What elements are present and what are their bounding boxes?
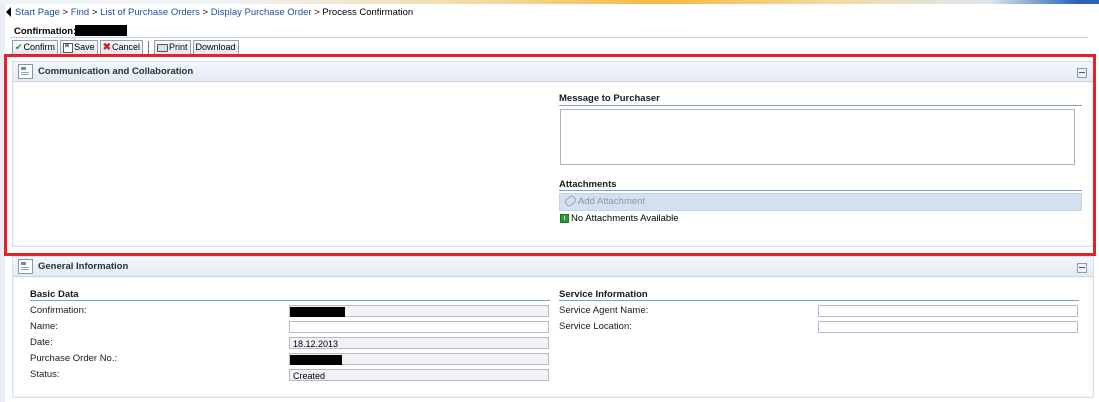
redacted-purchase-order-number <box>290 355 342 365</box>
status-field: Created <box>289 369 549 381</box>
date-label: Date: <box>30 337 53 348</box>
breadcrumb-separator: > <box>91 7 98 18</box>
breadcrumb-current: Process Confirmation <box>322 7 414 18</box>
basic-data-heading-line <box>30 300 550 301</box>
communication-panel-body: Message to Purchaser Attachments Add Att… <box>14 83 1092 245</box>
save-button[interactable]: Save <box>60 40 98 55</box>
confirmation-label: Confirmation: <box>30 305 87 316</box>
redacted-confirmation-number <box>75 25 127 36</box>
panel-document-icon <box>18 64 33 79</box>
service-location-field[interactable] <box>818 321 1078 333</box>
general-information-panel-body: Basic Data Confirmation: Name: Date: 18.… <box>14 278 1092 396</box>
purchase-order-no-label: Purchase Order No.: <box>30 353 118 364</box>
general-information-panel-header: General Information <box>13 257 1093 277</box>
collapse-panel-icon[interactable] <box>1077 68 1087 78</box>
toolbar: ✔ Confirm Save ✖ Cancel Print Download <box>12 40 239 55</box>
message-to-purchaser-textarea[interactable] <box>560 109 1075 165</box>
add-attachment-label: Add Attachment <box>578 196 646 207</box>
status-label: Status: <box>30 369 60 380</box>
communication-panel-title: Communication and Collaboration <box>38 66 194 77</box>
collapse-navigation-arrow-icon[interactable] <box>6 7 11 17</box>
breadcrumb-list-of-purchase-orders[interactable]: List of Purchase Orders <box>100 7 200 18</box>
cancel-button[interactable]: ✖ Cancel <box>99 40 143 55</box>
attachments-heading: Attachments <box>559 179 617 190</box>
no-attachments-message: i No Attachments Available <box>560 213 679 224</box>
service-information-heading-line <box>559 300 1079 301</box>
printer-icon <box>156 43 168 52</box>
general-information-panel-title: General Information <box>38 261 129 272</box>
cancel-button-label: Cancel <box>111 42 140 52</box>
save-button-label: Save <box>74 42 95 52</box>
breadcrumb-display-purchase-order[interactable]: Display Purchase Order <box>211 7 312 18</box>
no-attachments-text: No Attachments Available <box>571 213 679 224</box>
general-information-panel: General Information Basic Data Confirmat… <box>12 256 1094 398</box>
service-agent-name-label: Service Agent Name: <box>559 305 649 316</box>
print-button[interactable]: Print <box>153 40 191 55</box>
download-button[interactable]: Download <box>192 40 239 55</box>
cancel-x-icon: ✖ <box>102 42 111 53</box>
communication-panel-header: Communication and Collaboration <box>13 62 1093 82</box>
service-information-heading: Service Information <box>559 289 648 300</box>
breadcrumb-start-page[interactable]: Start Page <box>15 7 60 18</box>
breadcrumb-separator: > <box>62 7 69 18</box>
breadcrumb-separator: > <box>202 7 209 18</box>
confirmation-field <box>289 305 549 317</box>
name-field[interactable] <box>289 321 549 333</box>
confirm-button-label: Confirm <box>23 42 56 52</box>
add-attachment-button[interactable]: Add Attachment <box>559 193 1082 211</box>
print-button-label: Print <box>168 42 188 52</box>
name-label: Name: <box>30 321 58 332</box>
basic-data-heading: Basic Data <box>30 289 79 300</box>
service-agent-name-field[interactable] <box>818 305 1078 317</box>
purchase-order-no-field <box>289 353 549 365</box>
paperclip-icon <box>563 194 578 209</box>
breadcrumb-find[interactable]: Find <box>71 7 89 18</box>
save-disk-icon <box>63 42 74 53</box>
info-icon: i <box>560 213 569 223</box>
breadcrumb-separator: > <box>314 7 320 18</box>
redacted-confirmation-value <box>290 307 345 317</box>
title-divider <box>10 37 1088 38</box>
communication-panel: Communication and Collaboration Message … <box>12 61 1094 247</box>
message-heading-line <box>559 105 1082 106</box>
message-to-purchaser-heading: Message to Purchaser <box>559 93 660 104</box>
left-edge-bar <box>0 4 5 402</box>
top-header-strip <box>0 0 1099 4</box>
date-field: 18.12.2013 <box>289 337 549 349</box>
attachments-heading-line <box>559 190 1082 191</box>
download-button-label: Download <box>195 42 236 52</box>
toolbar-separator <box>147 41 149 54</box>
checkmark-icon: ✔ <box>15 42 23 52</box>
collapse-panel-icon[interactable] <box>1077 263 1087 273</box>
service-location-label: Service Location: <box>559 321 632 332</box>
breadcrumb: Start Page > Find > List of Purchase Ord… <box>15 7 413 18</box>
confirm-button[interactable]: ✔ Confirm <box>12 40 59 55</box>
panel-document-icon <box>18 259 33 274</box>
page-title: Confirmation: <box>14 26 77 37</box>
